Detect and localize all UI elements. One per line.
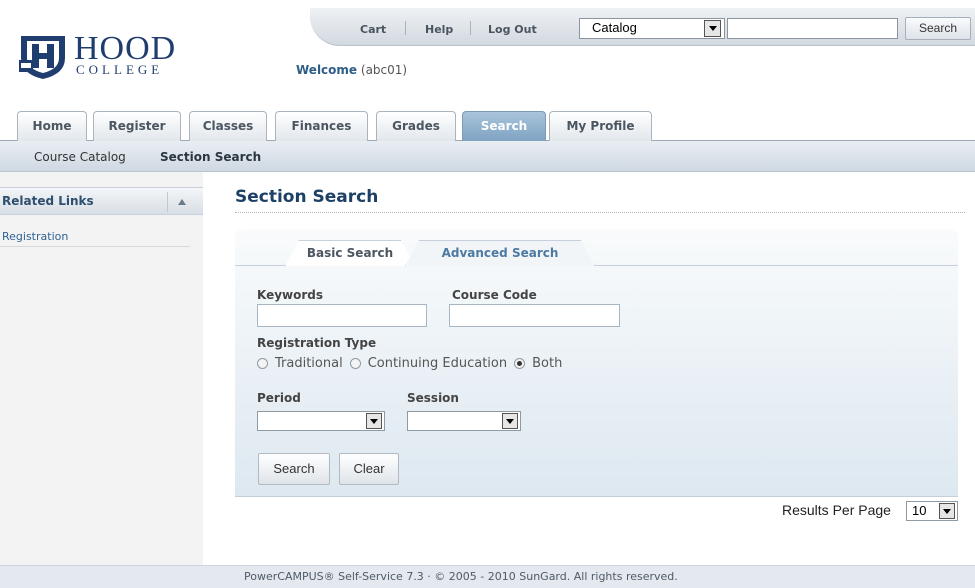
subnav-course-catalog[interactable]: Course Catalog bbox=[34, 150, 126, 164]
shield-crest-icon bbox=[19, 36, 65, 79]
chevron-down-icon[interactable] bbox=[704, 20, 721, 37]
logo-name-small: COLLEGE bbox=[76, 62, 164, 77]
footer-copyright: PowerCAMPUS® Self-Service 7.3 · © 2005 -… bbox=[244, 570, 678, 583]
related-links-header: Related Links bbox=[0, 187, 203, 215]
catalog-select[interactable]: Catalog bbox=[579, 18, 725, 39]
radio-continuing-education-label: Continuing Education bbox=[367, 356, 508, 371]
chevron-down-icon[interactable] bbox=[939, 503, 955, 519]
welcome-message: Welcome (abc01) bbox=[296, 63, 407, 77]
subnav-section-search[interactable]: Section Search bbox=[160, 150, 261, 164]
welcome-user: (abc01) bbox=[360, 63, 408, 77]
radio-both[interactable] bbox=[514, 358, 526, 369]
main-tab-strip: Home Register Classes Finances Grades Se… bbox=[0, 111, 975, 141]
period-select[interactable] bbox=[257, 411, 385, 431]
registration-type-group: Traditional Continuing Education Both bbox=[257, 356, 569, 371]
divider bbox=[470, 21, 471, 35]
radio-traditional-label: Traditional bbox=[275, 356, 343, 371]
tab-finances[interactable]: Finances bbox=[275, 111, 368, 141]
tab-home[interactable]: Home bbox=[17, 111, 87, 141]
course-code-label: Course Code bbox=[452, 288, 537, 302]
logout-link[interactable]: Log Out bbox=[488, 23, 537, 36]
tab-search[interactable]: Search bbox=[462, 111, 546, 141]
sub-navigation: Course Catalog Section Search bbox=[0, 141, 975, 172]
global-search-input[interactable] bbox=[727, 18, 898, 39]
registration-type-label: Registration Type bbox=[257, 336, 377, 350]
global-search-button[interactable]: Search bbox=[905, 17, 971, 40]
course-code-input[interactable] bbox=[449, 304, 620, 327]
tab-my-profile[interactable]: My Profile bbox=[549, 111, 652, 141]
tab-register[interactable]: Register bbox=[93, 111, 181, 141]
keywords-input[interactable] bbox=[257, 304, 427, 327]
related-links-title: Related Links bbox=[2, 194, 94, 208]
welcome-prefix: Welcome bbox=[296, 63, 358, 77]
tab-advanced-search[interactable]: Advanced Search bbox=[405, 240, 595, 266]
tab-classes[interactable]: Classes bbox=[189, 111, 267, 141]
session-select[interactable] bbox=[407, 411, 521, 431]
keywords-label: Keywords bbox=[257, 288, 324, 302]
divider bbox=[405, 21, 406, 35]
divider bbox=[0, 246, 190, 247]
catalog-select-value: Catalog bbox=[592, 20, 637, 35]
sidebar-link-registration[interactable]: Registration bbox=[2, 230, 68, 243]
results-per-page-label: Results Per Page bbox=[782, 502, 891, 518]
radio-continuing-education[interactable] bbox=[349, 358, 361, 369]
clear-button[interactable]: Clear bbox=[339, 453, 399, 485]
tab-basic-search[interactable]: Basic Search bbox=[285, 240, 415, 266]
sidebar: Related Links Registration bbox=[0, 172, 203, 572]
tab-grades[interactable]: Grades bbox=[376, 111, 456, 141]
footer: PowerCAMPUS® Self-Service 7.3 · © 2005 -… bbox=[0, 565, 975, 588]
help-link[interactable]: Help bbox=[425, 23, 453, 36]
session-label: Session bbox=[407, 391, 459, 405]
results-per-page-select[interactable]: 10 bbox=[906, 501, 958, 521]
collapse-icon[interactable] bbox=[167, 192, 195, 212]
search-button[interactable]: Search bbox=[258, 453, 330, 485]
cart-link[interactable]: Cart bbox=[360, 23, 386, 36]
chevron-down-icon[interactable] bbox=[366, 413, 382, 429]
title-divider bbox=[235, 212, 965, 213]
hood-college-logo[interactable]: HOOD COLLEGE bbox=[17, 30, 192, 80]
page-title: Section Search bbox=[235, 187, 379, 207]
radio-both-label: Both bbox=[532, 356, 563, 371]
chevron-down-icon[interactable] bbox=[502, 413, 518, 429]
radio-traditional[interactable] bbox=[257, 358, 268, 369]
period-label: Period bbox=[257, 391, 301, 405]
results-per-page-value: 10 bbox=[912, 503, 927, 518]
